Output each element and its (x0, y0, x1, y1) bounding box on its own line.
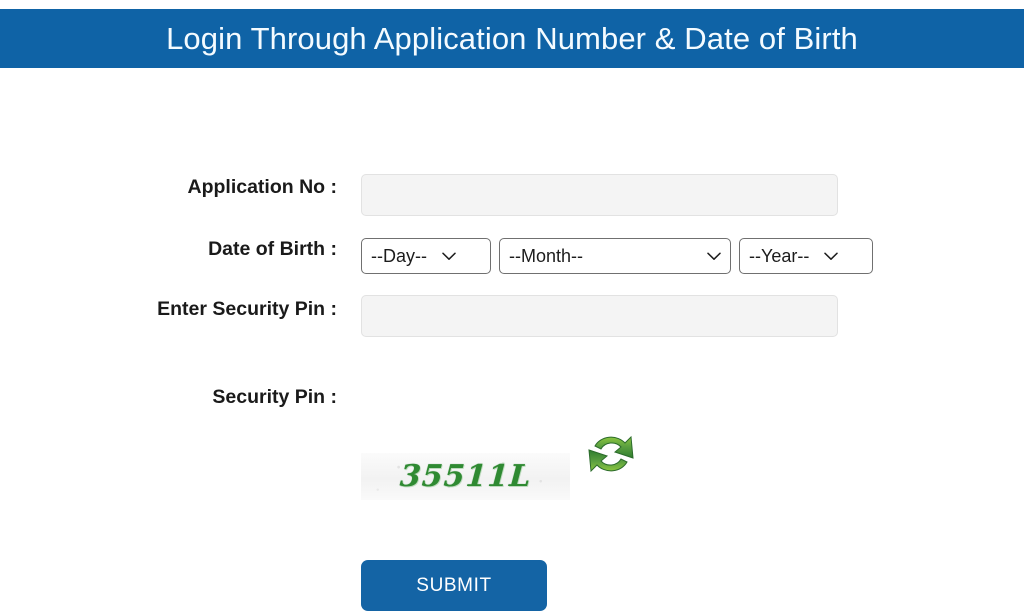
page-header: Login Through Application Number & Date … (0, 9, 1024, 68)
day-select[interactable]: --Day-- (361, 238, 491, 274)
date-of-birth-label: Date of Birth : (208, 238, 337, 260)
date-of-birth-group: --Day-- --Month-- --Year-- (361, 238, 873, 274)
application-no-input[interactable] (361, 174, 838, 216)
enter-security-pin-input[interactable] (361, 295, 838, 337)
login-form: Application No : Date of Birth : --Day--… (0, 68, 1024, 611)
month-select-value: --Month-- (509, 245, 584, 266)
submit-button[interactable]: SUBMIT (361, 560, 547, 611)
refresh-captcha-button[interactable] (583, 430, 639, 478)
chevron-down-icon (699, 252, 721, 261)
refresh-icon (583, 435, 639, 481)
day-select-value: --Day-- (371, 245, 427, 266)
page-title: Login Through Application Number & Date … (166, 20, 858, 56)
month-select[interactable]: --Month-- (499, 238, 731, 274)
enter-security-pin-label: Enter Security Pin : (157, 298, 337, 320)
security-pin-label: Security Pin : (212, 386, 337, 408)
chevron-down-icon (816, 252, 839, 261)
application-no-label: Application No : (187, 176, 338, 198)
captcha-image: 35511L (361, 453, 570, 500)
year-select-value: --Year-- (749, 245, 810, 266)
chevron-down-icon (434, 252, 456, 261)
captcha-text: 35511L (398, 459, 533, 494)
year-select[interactable]: --Year-- (739, 238, 873, 274)
